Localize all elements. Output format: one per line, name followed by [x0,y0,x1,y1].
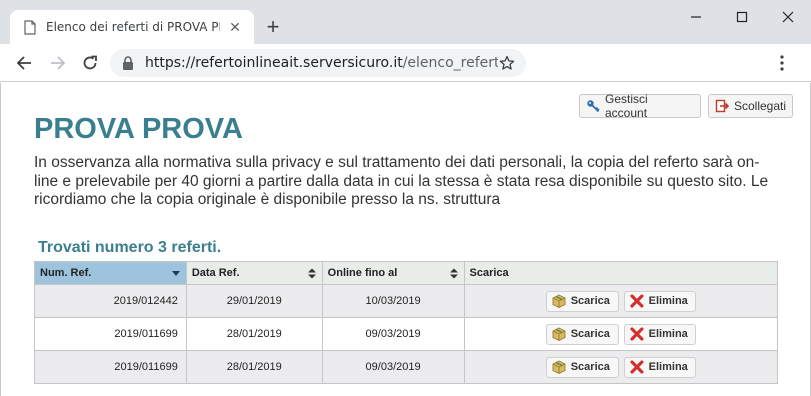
lock-icon [123,56,133,70]
url-text: https://refertoinlineait.serversicuro.it… [145,55,498,71]
table-row: 2019/011699 28/01/2019 09/03/2019 Scaric… [34,350,778,384]
cell-online-until: 10/03/2019 [321,284,465,318]
url-path: /elenco_referti.php [402,55,498,71]
close-window-button[interactable] [765,0,811,34]
table-row: 2019/011699 28/01/2019 09/03/2019 Scaric… [34,317,778,351]
column-label: Data Ref. [191,267,240,279]
sort-icon [449,268,458,279]
column-label: Online fino al [327,267,398,279]
delete-label: Elimina [648,361,688,373]
download-label: Scarica [570,295,610,307]
delete-button[interactable]: Elimina [623,323,696,345]
reports-table: Num. Ref. Data Ref. Online fino al Scari… [34,261,778,384]
arrow-right-icon [51,56,66,70]
arrow-left-icon [16,56,31,70]
cell-num-ref: 2019/011699 [34,317,187,351]
document-icon [24,19,36,35]
column-header-date[interactable]: Data Ref. [185,261,323,285]
browser-window: Elenco dei referti di PROVA PROVA ✕ + [0,0,811,396]
download-label: Scarica [570,361,610,373]
column-label: Scarica [469,267,509,279]
maximize-button[interactable] [719,0,765,34]
column-label: Num. Ref. [40,267,92,279]
cell-date: 28/01/2019 [185,350,323,384]
maximize-icon [736,11,748,23]
delete-x-icon [630,327,644,341]
results-count: Trovati numero 3 referti. [38,239,222,256]
minimize-icon [691,16,701,18]
package-icon [552,327,566,341]
privacy-notice: In osservanza alla normativa sulla priva… [34,154,769,208]
new-tab-button[interactable]: + [262,16,284,38]
address-bar[interactable]: https://refertoinlineait.serversicuro.it… [110,49,526,77]
logout-icon [715,99,729,113]
close-tab-icon[interactable]: ✕ [226,18,244,36]
sort-icon [307,268,316,279]
browser-menu-button[interactable] [772,53,792,73]
forward-button[interactable] [44,49,72,77]
page-title: PROVA PROVA [34,113,243,145]
cell-date: 29/01/2019 [185,284,323,318]
cell-actions: Scarica Elimina [463,284,778,318]
cell-actions: Scarica Elimina [463,350,778,384]
reload-button[interactable] [76,49,104,77]
sort-desc-icon [171,271,180,276]
cell-date: 28/01/2019 [185,317,323,351]
cell-actions: Scarica Elimina [463,317,778,351]
table-header-row: Num. Ref. Data Ref. Online fino al Scari… [34,261,778,285]
logout-button[interactable]: Scollegati [708,94,793,118]
package-icon [552,360,566,374]
back-button[interactable] [10,49,38,77]
delete-button[interactable]: Elimina [623,290,696,312]
manage-account-button[interactable]: Gestisci account [579,92,701,120]
minimize-button[interactable] [673,0,719,34]
column-header-online-until[interactable]: Online fino al [321,261,465,285]
cell-num-ref: 2019/012442 [34,284,187,318]
download-button[interactable]: Scarica [545,290,619,312]
delete-button[interactable]: Elimina [623,356,696,378]
table-row: 2019/012442 29/01/2019 10/03/2019 Scaric… [34,284,778,318]
url-host: https://refertoinlineait.serversicuro.it [145,55,403,71]
kebab-menu-icon [780,55,784,71]
download-button[interactable]: Scarica [545,323,619,345]
browser-toolbar: https://refertoinlineait.serversicuro.it… [0,44,811,82]
download-label: Scarica [570,328,610,340]
logout-label: Scollegati [734,99,787,113]
delete-label: Elimina [648,295,688,307]
browser-tab[interactable]: Elenco dei referti di PROVA PROVA ✕ [10,10,254,44]
title-bar: Elenco dei referti di PROVA PROVA ✕ + [0,0,811,44]
cell-online-until: 09/03/2019 [321,317,465,351]
delete-x-icon [630,294,644,308]
page-content: Gestisci account Scollegati PROVA PROVA … [0,83,811,396]
package-icon [552,294,566,308]
column-header-num-ref[interactable]: Num. Ref. [34,261,187,285]
tab-title: Elenco dei referti di PROVA PROVA [46,20,220,34]
manage-account-label: Gestisci account [605,92,648,120]
reload-icon [83,55,97,70]
cell-num-ref: 2019/011699 [34,350,187,384]
delete-x-icon [630,360,644,374]
delete-label: Elimina [648,328,688,340]
cell-online-until: 09/03/2019 [321,350,465,384]
bookmark-star-icon[interactable] [498,54,516,72]
column-header-download: Scarica [463,261,778,285]
key-icon [587,100,600,113]
download-button[interactable]: Scarica [545,356,619,378]
close-icon [782,11,794,23]
